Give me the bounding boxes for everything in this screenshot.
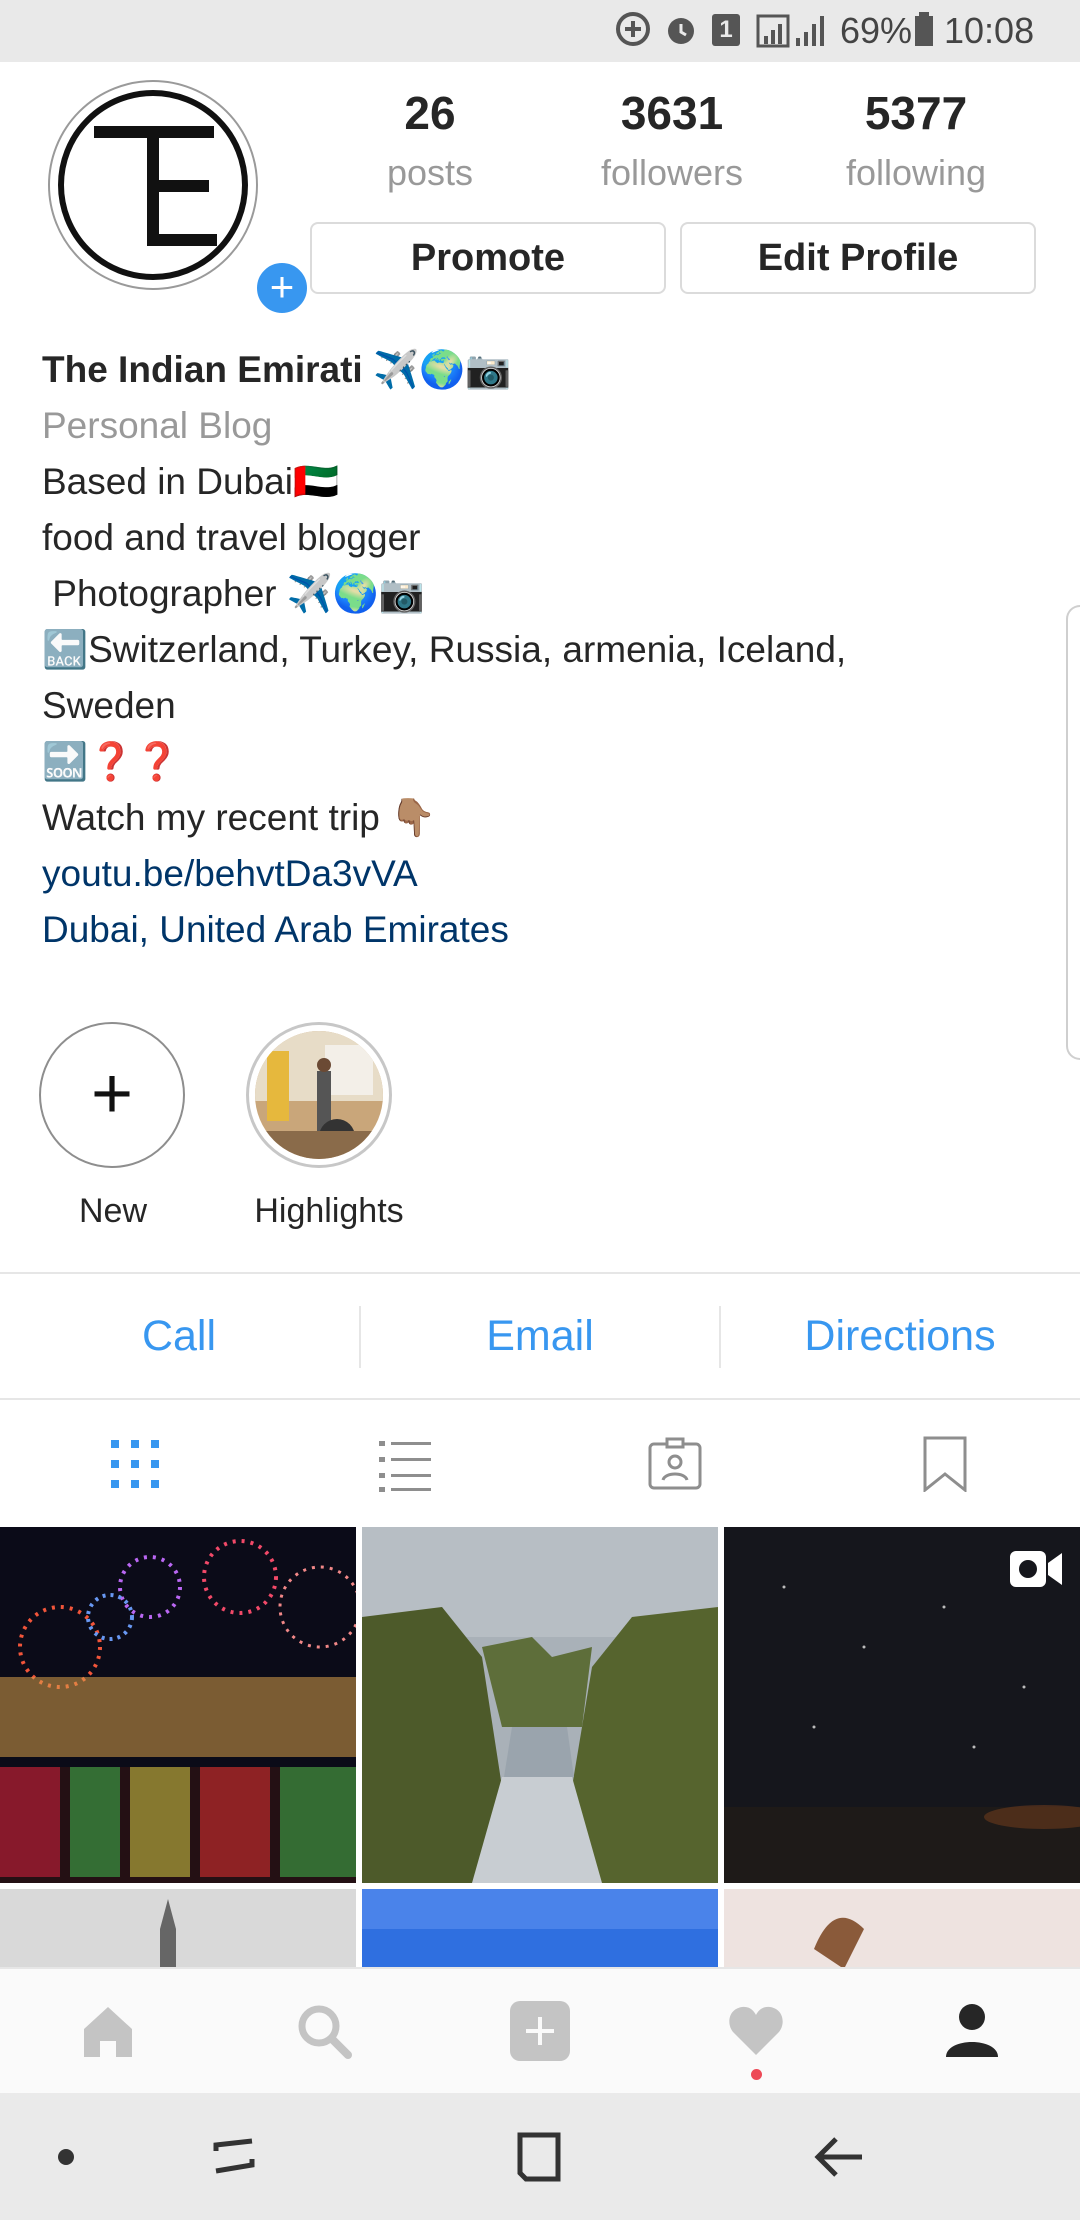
profile-view-tabs [0, 1400, 1080, 1526]
recents-button[interactable] [174, 2121, 294, 2193]
bio-line: 🔙Switzerland, Turkey, Russia, armenia, I… [42, 629, 847, 726]
post-thumbnail[interactable] [724, 1889, 1080, 1967]
portrait-image [724, 1889, 1080, 1967]
home-square-icon [517, 2132, 561, 2182]
following-count: 5377 [864, 87, 968, 139]
clock: 10:08 [944, 10, 1035, 51]
new-highlight-label: New [78, 1192, 148, 1230]
dot-button[interactable] [6, 2121, 126, 2193]
back-icon [814, 2137, 862, 2177]
profile-name: The Indian Emirati ✈️🌍📷 [42, 349, 512, 390]
nav-profile[interactable] [864, 1969, 1080, 2093]
nav-search[interactable] [216, 1969, 432, 2093]
email-button[interactable]: Email [361, 1274, 719, 1398]
post-thumbnail[interactable] [362, 1889, 718, 1967]
call-button[interactable]: Call [0, 1274, 358, 1398]
post-thumbnail[interactable] [0, 1527, 356, 1883]
directions-button[interactable]: Directions [721, 1274, 1079, 1398]
tab-saved[interactable] [810, 1400, 1080, 1526]
avatar-logo [58, 90, 248, 280]
edge-panel-handle[interactable] [1066, 605, 1080, 1060]
home-button[interactable] [478, 2121, 598, 2193]
post-thumbnail[interactable] [0, 1889, 356, 1967]
bio-line: food and travel blogger [42, 517, 421, 558]
battery-icon [914, 10, 934, 57]
add-story-button[interactable]: + [252, 258, 312, 318]
followers-label: followers [600, 152, 744, 193]
status-bar: 1 69% 10:08 [0, 0, 1080, 62]
profile-header: + 26 posts 3631 followers 5377 following… [0, 62, 1080, 322]
alarm-icon [662, 10, 700, 57]
posts-stat[interactable]: 26 posts [320, 86, 540, 194]
video-icon [1010, 1551, 1062, 1587]
posts-count: 26 [404, 87, 456, 139]
post-thumbnail[interactable] [362, 1527, 718, 1883]
plus-icon: + [90, 1054, 134, 1134]
promote-button[interactable]: Promote [310, 222, 666, 294]
data-saver-icon [614, 10, 652, 57]
recents-icon [213, 2138, 255, 2174]
dot-icon [58, 2149, 74, 2165]
tab-tagged[interactable] [540, 1400, 810, 1526]
nav-new-post[interactable] [432, 1969, 648, 2093]
list-icon [379, 1441, 431, 1492]
notification-dot [751, 2069, 762, 2080]
bio-line: Watch my recent trip 👇🏽 [42, 797, 437, 838]
sim-badge: 1 [712, 14, 740, 46]
system-nav-bar [0, 2093, 1080, 2220]
bottom-nav [0, 1967, 1080, 2093]
post-thumbnail[interactable] [724, 1527, 1080, 1883]
nav-home[interactable] [0, 1969, 216, 2093]
bio-line: Based in Dubai🇦🇪 [42, 461, 340, 502]
new-highlight-button[interactable]: + [39, 1022, 185, 1168]
bio-location-link[interactable]: Dubai, United Arab Emirates [42, 902, 1042, 958]
highlight-label: Highlights [254, 1192, 404, 1230]
highlight-item[interactable] [246, 1022, 392, 1168]
posts-label: posts [386, 152, 474, 193]
nav-activity[interactable] [648, 1969, 864, 2093]
add-post-icon [510, 2001, 570, 2061]
profile-icon [946, 2004, 998, 2057]
post-grid [0, 1527, 1080, 1967]
tab-list[interactable] [270, 1400, 540, 1526]
back-button[interactable] [780, 2121, 900, 2193]
bio-line: Photographer ✈️🌍📷 [42, 573, 425, 614]
tagged-icon [648, 1437, 702, 1490]
activity-heart-icon [729, 2006, 783, 2055]
canyon-image [362, 1527, 718, 1883]
signal-icon [756, 10, 828, 57]
followers-stat[interactable]: 3631 followers [562, 86, 782, 194]
bio-line: 🔜❓❓ [42, 741, 181, 782]
highlight-thumbnail [255, 1031, 383, 1159]
following-label: following [845, 152, 987, 193]
battery-percent: 69% [840, 10, 913, 51]
bio: The Indian Emirati ✈️🌍📷 Personal Blog Ba… [42, 342, 1042, 958]
avatar[interactable]: + [48, 80, 312, 318]
blue-sky-image [362, 1889, 718, 1967]
followers-count: 3631 [620, 87, 724, 139]
following-stat[interactable]: 5377 following [806, 86, 1026, 194]
grid-icon [111, 1440, 159, 1488]
home-icon [84, 2007, 132, 2057]
tab-grid[interactable] [0, 1400, 270, 1526]
tower-image [0, 1889, 356, 1967]
saved-icon [923, 1436, 967, 1492]
search-icon [298, 2005, 352, 2059]
contact-bar: Call Email Directions [0, 1272, 1080, 1400]
bio-website-link[interactable]: youtu.be/behvtDa3vVA [42, 846, 1042, 902]
story-highlights: + New Highlights [0, 1020, 1080, 1250]
edit-profile-button[interactable]: Edit Profile [680, 222, 1036, 294]
fireworks-image [0, 1527, 356, 1883]
profile-category: Personal Blog [42, 405, 273, 446]
